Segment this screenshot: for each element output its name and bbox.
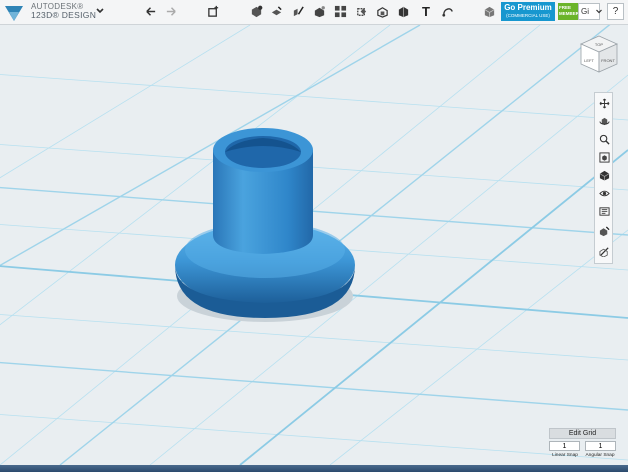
redo-icon	[166, 7, 176, 16]
visibility-icon	[598, 190, 610, 196]
os-taskbar	[0, 465, 628, 472]
transform-icon	[207, 5, 218, 17]
app-brand: AUTODESK® 123D® DESIGN	[31, 2, 96, 20]
view-cube-top-label: TOP	[595, 42, 603, 47]
undo-button[interactable]	[142, 3, 158, 20]
orbit-button[interactable]	[597, 114, 611, 128]
combine-icon	[376, 7, 388, 18]
main-toolbar: AUTODESK® 123D® DESIGN T Go Premium (COM…	[0, 0, 628, 25]
show-hide-icon	[599, 225, 610, 236]
workplane-grid	[0, 25, 628, 465]
chevron-down-icon[interactable]	[596, 9, 602, 14]
account-name: Gi	[581, 7, 589, 16]
undo-icon	[145, 7, 155, 16]
view-cube[interactable]: TOP LEFT FRONT	[577, 34, 621, 74]
navigation-bar	[594, 92, 613, 264]
measure-button[interactable]	[395, 3, 411, 20]
paint-icon	[599, 246, 609, 257]
linear-snap-label: Linear Snap	[552, 453, 578, 458]
snap-icon	[441, 8, 453, 17]
paint-button[interactable]	[597, 244, 611, 258]
go-premium-button[interactable]: Go Premium (COMMERCIAL USE)	[501, 2, 555, 21]
grouping-button[interactable]	[353, 3, 369, 20]
linear-snap-input[interactable]: 1	[549, 441, 580, 451]
pan-button[interactable]	[597, 96, 611, 110]
combine-button[interactable]	[374, 3, 390, 20]
modify-icon	[314, 6, 325, 18]
free-member-badge: FREE MEMBER	[558, 3, 579, 20]
view-mode-icon	[599, 170, 609, 181]
pattern-button[interactable]	[332, 3, 348, 20]
redo-button[interactable]	[163, 3, 179, 20]
measure-icon	[398, 6, 408, 18]
chevron-down-icon[interactable]	[95, 6, 105, 16]
angular-snap-input[interactable]: 1	[585, 441, 616, 451]
view-mode-button[interactable]	[597, 168, 611, 182]
fit-icon	[598, 151, 610, 163]
member-label-line2: MEMBER	[559, 11, 579, 16]
angular-snap-label: Angular Snap	[585, 453, 615, 458]
show-hide-button[interactable]	[597, 224, 611, 238]
grouping-icon	[356, 8, 366, 16]
3d-viewport[interactable]: TOP LEFT FRONT	[0, 25, 628, 465]
zoom-icon	[599, 134, 610, 145]
edit-grid-button[interactable]: Edit Grid	[549, 428, 616, 439]
visibility-button[interactable]	[597, 186, 611, 200]
snap-button[interactable]	[439, 3, 455, 20]
construct-icon	[293, 6, 304, 17]
go-premium-label: Go Premium	[504, 3, 552, 12]
view-cube-left-label: LEFT	[584, 58, 594, 63]
pan-icon	[599, 98, 609, 108]
product-name: 123D® DESIGN	[31, 10, 97, 20]
transform-button[interactable]	[205, 3, 221, 20]
materials-outlines-button[interactable]	[597, 204, 611, 218]
pattern-icon	[334, 5, 346, 18]
orbit-icon	[598, 117, 610, 125]
view-cube-front-label: FRONT	[601, 58, 615, 63]
material-icon	[484, 6, 494, 18]
sketch-button[interactable]	[268, 3, 284, 20]
fit-button[interactable]	[597, 150, 611, 164]
material-button[interactable]	[481, 3, 497, 20]
text-button[interactable]: T	[418, 3, 434, 20]
help-button[interactable]: ?	[607, 3, 624, 20]
autodesk-logo-icon	[5, 6, 23, 21]
primitives-button[interactable]	[248, 3, 264, 20]
text-icon: T	[422, 4, 430, 19]
materials-outlines-icon	[598, 206, 610, 216]
construct-button[interactable]	[290, 3, 306, 20]
sketch-icon	[271, 6, 282, 16]
modify-button[interactable]	[311, 3, 327, 20]
go-premium-sublabel: (COMMERCIAL USE)	[506, 13, 550, 18]
zoom-button[interactable]	[597, 132, 611, 146]
primitives-icon	[251, 5, 262, 18]
grid-controls: Edit Grid 1 1 Linear Snap Angular Snap	[549, 428, 616, 465]
